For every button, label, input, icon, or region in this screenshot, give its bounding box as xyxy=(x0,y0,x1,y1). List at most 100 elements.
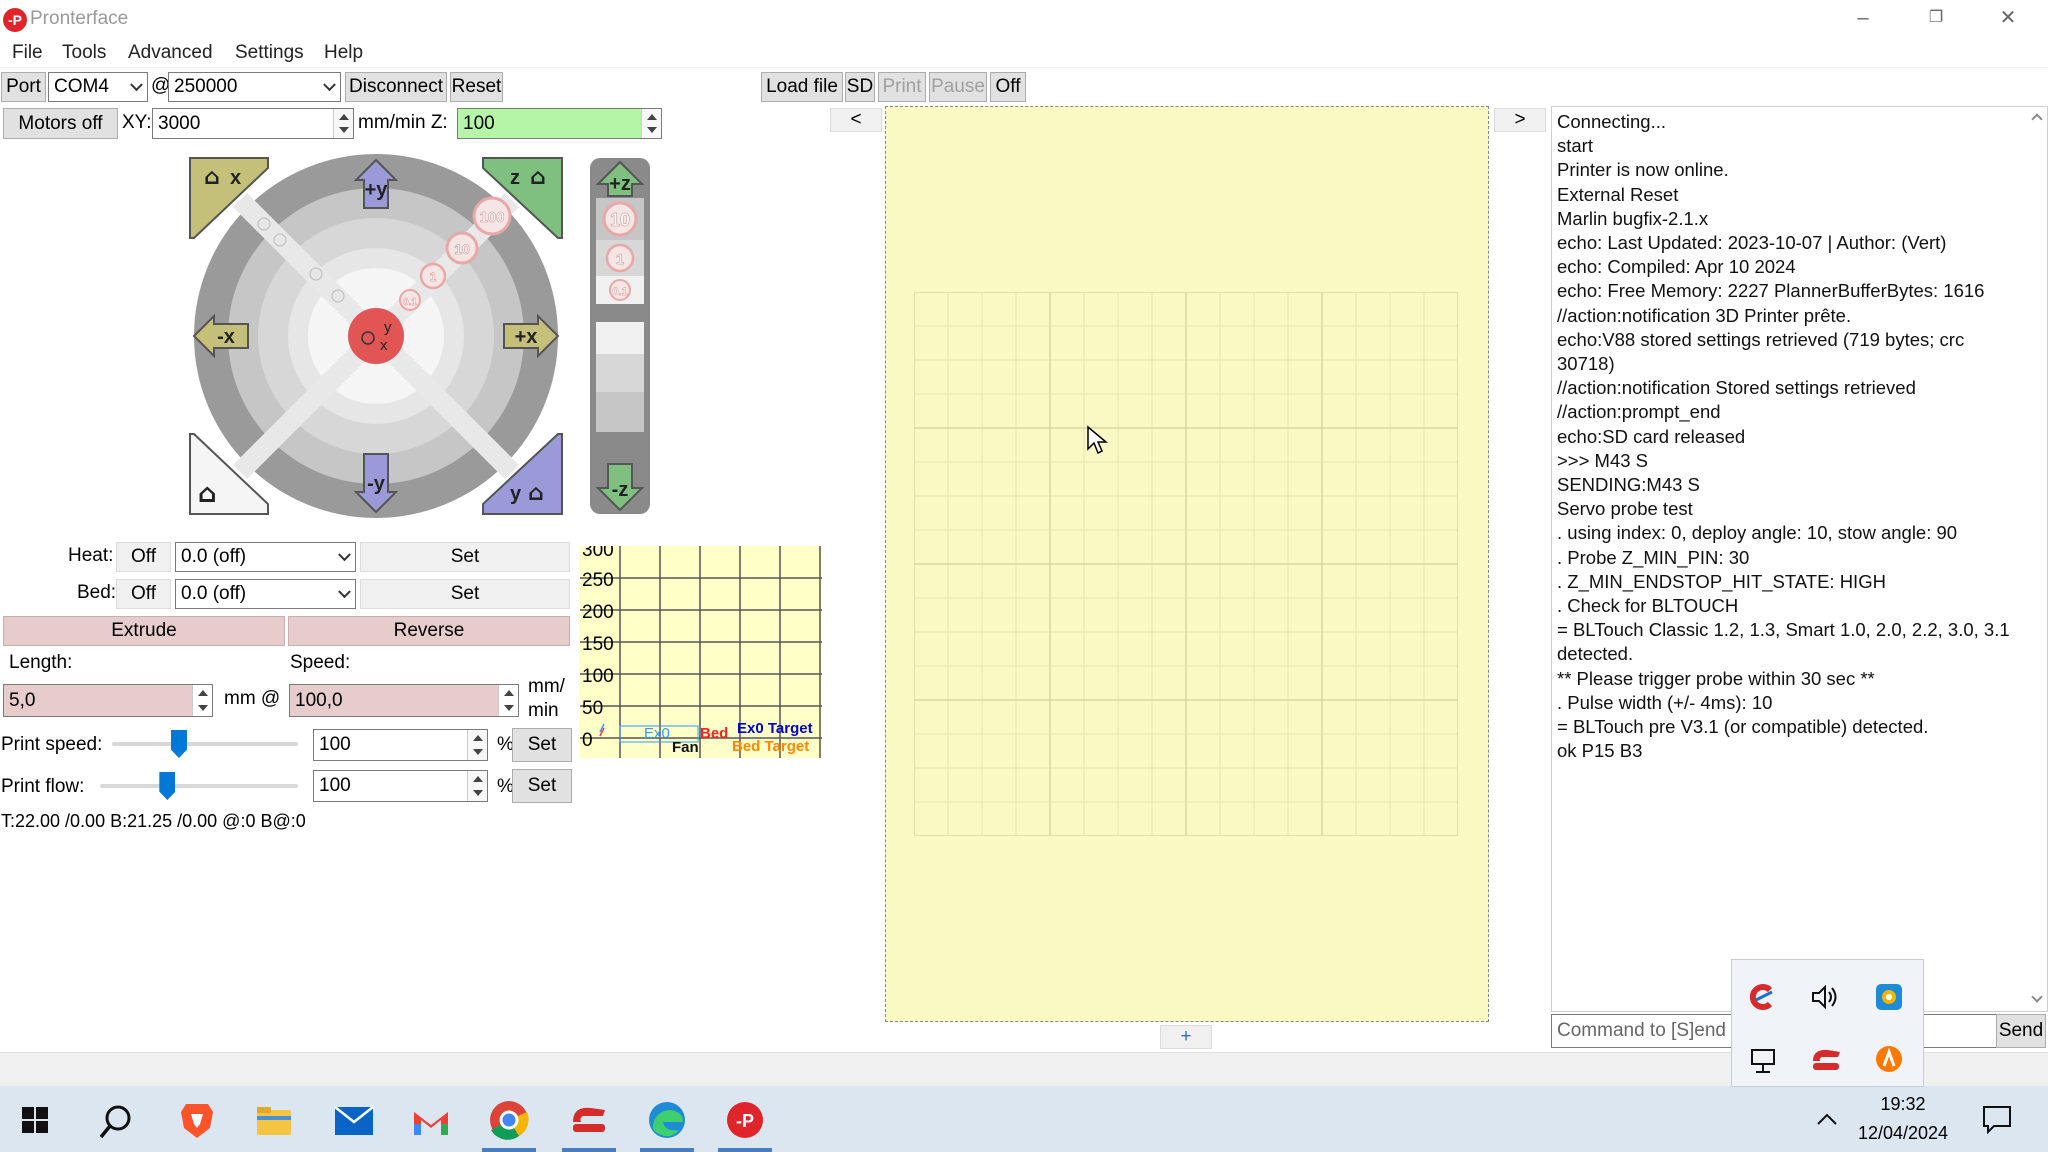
gmail-icon[interactable] xyxy=(412,1108,450,1136)
extrude-speed-input[interactable]: 100,0 xyxy=(289,684,519,717)
reset-button[interactable]: Reset xyxy=(450,72,503,102)
avast-icon[interactable] xyxy=(1874,1044,1904,1074)
brave-icon[interactable] xyxy=(180,1102,214,1140)
usb-device-icon[interactable] xyxy=(1748,1046,1778,1076)
print-speed-slider-thumb[interactable] xyxy=(170,730,187,758)
minimize-button[interactable]: – xyxy=(1827,0,1899,38)
chrome-taskbar-item[interactable] xyxy=(480,1086,538,1152)
restore-button[interactable]: ❐ xyxy=(1900,0,1972,38)
speed-label: Speed: xyxy=(290,652,351,673)
pronterface-red-taskbar-item[interactable] xyxy=(560,1086,618,1152)
pause-button[interactable]: Pause xyxy=(929,72,987,102)
pronterface-red-tray-icon[interactable] xyxy=(1810,1046,1842,1074)
spin-arrows-icon[interactable] xyxy=(333,109,353,138)
start-icon[interactable] xyxy=(22,1107,48,1133)
print-flow-set-button[interactable]: Set xyxy=(512,769,572,803)
length-label: Length: xyxy=(9,652,73,673)
chevron-up-icon[interactable] xyxy=(1816,1112,1838,1126)
reverse-button[interactable]: Reverse xyxy=(288,616,570,646)
print-flow-slider-thumb[interactable] xyxy=(159,772,176,800)
z-step-10-down[interactable] xyxy=(596,392,644,432)
print-flow-slider-track[interactable] xyxy=(100,784,298,788)
plater-left-button[interactable]: < xyxy=(830,108,882,132)
send-button[interactable]: Send xyxy=(1996,1014,2046,1048)
console-line: //action:notification 3D Printer prête. xyxy=(1557,304,1852,326)
heat-set-button[interactable]: Set xyxy=(360,542,570,572)
bed-temp-select[interactable]: 0.0 (off) xyxy=(175,579,356,609)
edge-taskbar-item[interactable] xyxy=(638,1086,696,1152)
spin-arrows-icon[interactable] xyxy=(498,685,518,716)
legend-ex0: Ex0 xyxy=(644,725,670,742)
extrude-button[interactable]: Extrude xyxy=(3,616,285,646)
z-step-01-label: 0.1 xyxy=(612,286,627,298)
console-line: . Pulse width (+/- 4ms): 10 xyxy=(1557,691,1773,713)
xy-feedrate-input[interactable]: 3000 xyxy=(152,108,354,139)
pronterface-taskbar-item[interactable]: -P xyxy=(716,1086,774,1152)
spin-arrows-icon[interactable] xyxy=(641,109,661,138)
heat-temp-select[interactable]: 0.0 (off) xyxy=(175,542,356,572)
motors-off-button[interactable]: Motors off xyxy=(3,108,118,139)
step-100-label: 100 xyxy=(479,209,504,226)
z-step-1-down[interactable] xyxy=(596,354,644,392)
build-plate-viewer[interactable] xyxy=(885,106,1489,1022)
pronterface-app-icon: -P xyxy=(3,8,27,32)
menu-advanced[interactable]: Advanced xyxy=(128,42,213,64)
y-tick-50: 50 xyxy=(582,698,603,719)
mail-icon[interactable] xyxy=(334,1106,374,1136)
notification-icon[interactable] xyxy=(1982,1104,2012,1134)
heat-off-button[interactable]: Off xyxy=(116,542,171,572)
menu-help[interactable]: Help xyxy=(324,42,363,64)
plater-add-button[interactable]: + xyxy=(1160,1025,1212,1049)
spin-arrows-icon[interactable] xyxy=(467,771,487,801)
photos-icon[interactable] xyxy=(1874,982,1904,1012)
spin-arrows-icon[interactable] xyxy=(192,685,212,716)
port-select[interactable]: COM4 xyxy=(48,72,148,102)
tray-overflow-popup xyxy=(1731,959,1924,1087)
scroll-up-icon[interactable] xyxy=(2031,113,2043,125)
edge-icon xyxy=(649,1102,685,1138)
extrude-length-value: 5,0 xyxy=(9,690,36,711)
print-speed-input[interactable]: 100 xyxy=(313,729,488,761)
svg-text:-P: -P xyxy=(736,1111,754,1131)
console-line: echo: Last Updated: 2023-10-07 | Author:… xyxy=(1557,232,1947,253)
load-file-button[interactable]: Load file xyxy=(761,72,843,102)
ccleaner-icon[interactable] xyxy=(1748,982,1778,1012)
heat-label: Heat: xyxy=(68,545,114,566)
extrude-length-input[interactable]: 5,0 xyxy=(3,684,213,717)
print-button[interactable]: Print xyxy=(878,72,926,102)
clock-time[interactable]: 19:32 xyxy=(1860,1094,1946,1115)
off-button[interactable]: Off xyxy=(990,72,1026,102)
menu-tools[interactable]: Tools xyxy=(62,42,106,64)
close-button[interactable]: ✕ xyxy=(1972,0,2044,38)
jog-center[interactable] xyxy=(348,308,404,364)
clock-date[interactable]: 12/04/2024 xyxy=(1852,1123,1954,1144)
bed-off-button[interactable]: Off xyxy=(116,579,171,609)
print-speed-set-button[interactable]: Set xyxy=(512,728,572,762)
console-scrollbar[interactable] xyxy=(2027,107,2047,1011)
volume-icon[interactable] xyxy=(1810,982,1840,1012)
z-feedrate-input[interactable]: 100 xyxy=(457,108,662,139)
port-button[interactable]: Port xyxy=(1,72,46,102)
menu-file[interactable]: File xyxy=(12,42,43,64)
jog-center-y: y xyxy=(384,319,392,336)
build-plate-grid xyxy=(914,292,1458,836)
sd-button[interactable]: SD xyxy=(845,72,875,102)
file-explorer-icon[interactable] xyxy=(256,1106,292,1136)
z-step-01-down[interactable] xyxy=(596,322,644,354)
console-line: SENDING:M43 S xyxy=(1557,474,1700,495)
console-line: . using index: 0, deploy angle: 10, stow… xyxy=(1557,522,1958,544)
z-minus-label: -z xyxy=(612,479,629,501)
bed-set-button[interactable]: Set xyxy=(360,579,570,609)
plater-right-button[interactable]: > xyxy=(1494,108,1546,132)
baud-select[interactable]: 250000 xyxy=(168,72,341,102)
spin-arrows-icon[interactable] xyxy=(467,730,487,760)
menu-settings[interactable]: Settings xyxy=(235,42,304,64)
plus-y-label: +y xyxy=(365,179,389,201)
search-icon[interactable] xyxy=(98,1104,134,1140)
print-flow-value: 100 xyxy=(319,775,351,796)
print-flow-input[interactable]: 100 xyxy=(313,770,488,802)
disconnect-button[interactable]: Disconnect xyxy=(345,72,447,102)
console-log[interactable]: Connecting... start Printer is now online.… xyxy=(1551,106,2048,1012)
scroll-down-icon[interactable] xyxy=(2031,991,2043,1003)
print-speed-slider-track[interactable] xyxy=(112,742,298,746)
